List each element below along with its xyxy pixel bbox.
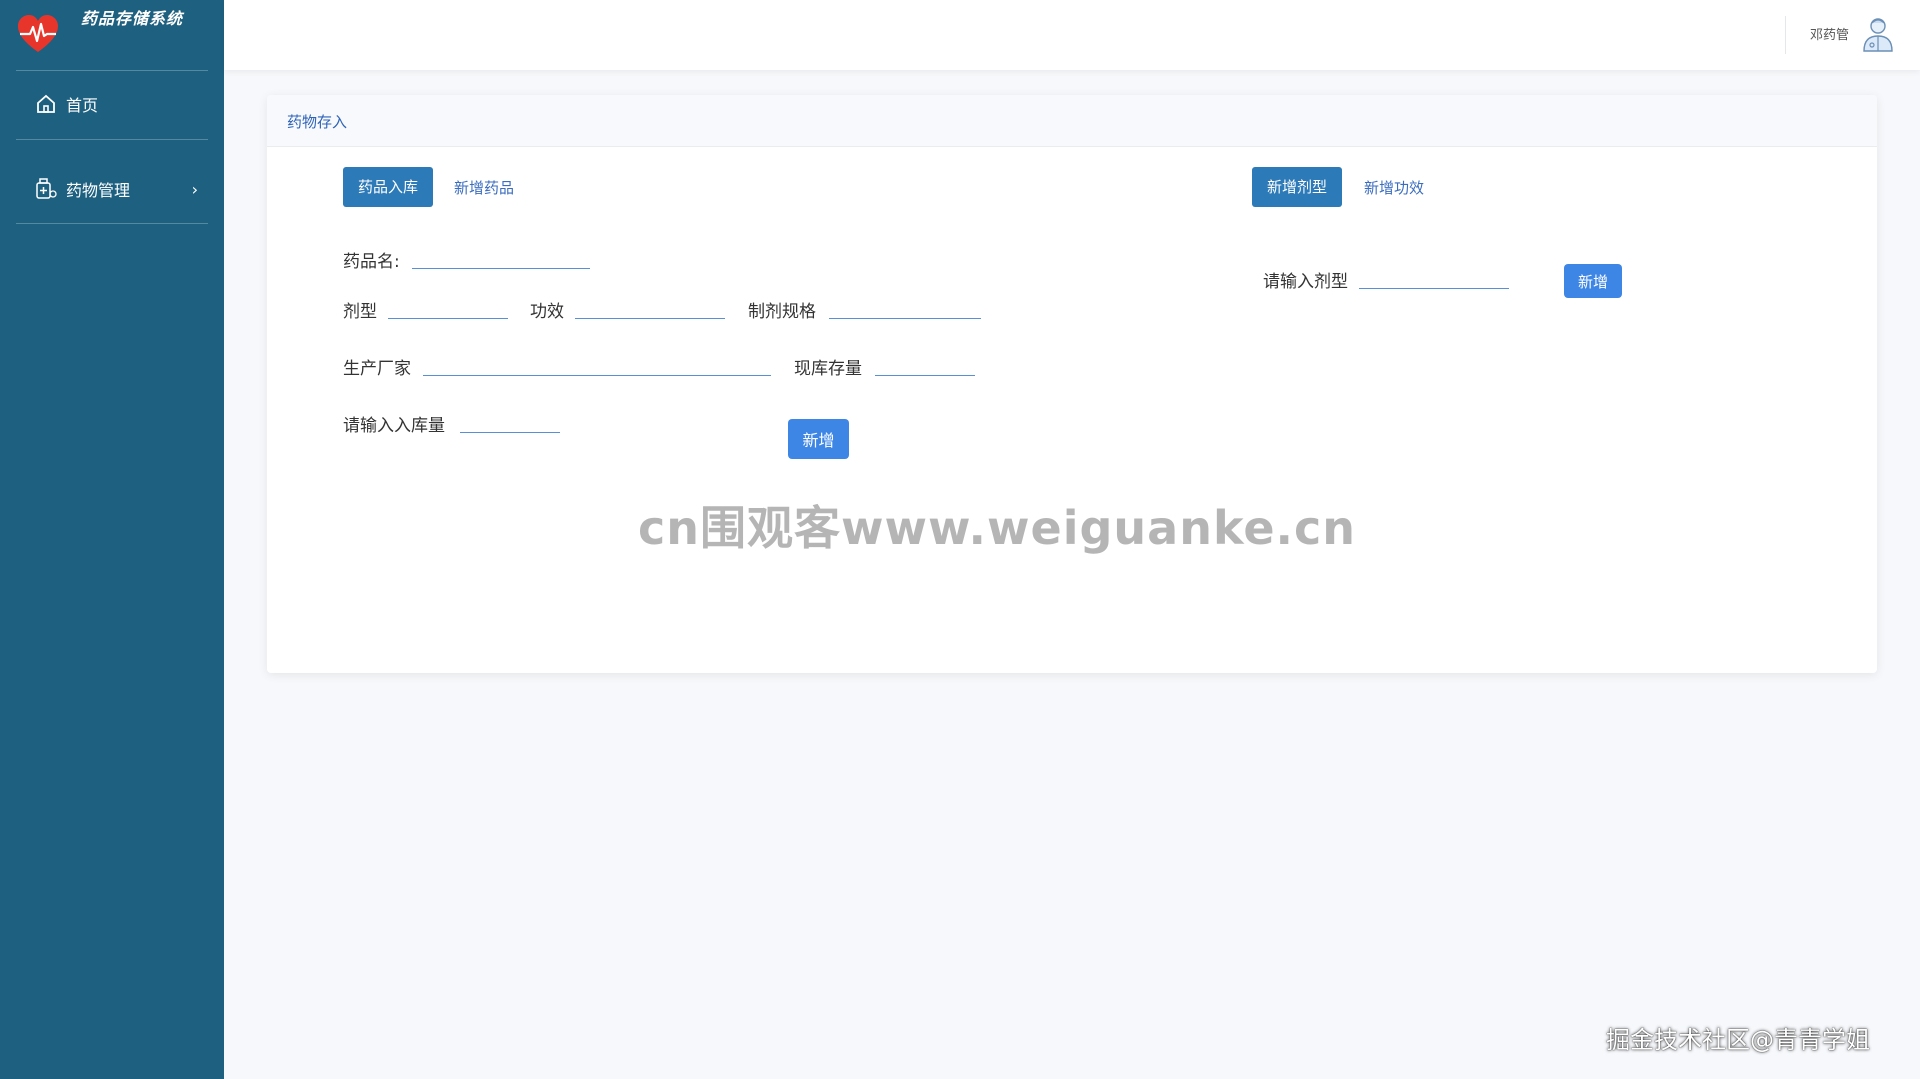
inbound-qty-input[interactable] <box>460 405 560 433</box>
dosage-form-input[interactable] <box>388 291 508 319</box>
sidebar-item-home[interactable]: 首页 <box>16 84 208 124</box>
drug-name-input[interactable] <box>412 241 590 269</box>
home-icon <box>32 90 60 118</box>
nav-divider <box>16 139 208 140</box>
header-divider <box>1785 16 1786 54</box>
sidebar-item-label: 首页 <box>66 96 99 115</box>
doctor-avatar-icon[interactable] <box>1862 16 1894 52</box>
dosage-form-add-input[interactable] <box>1359 261 1509 289</box>
add-dosage-form-button[interactable]: 新增 <box>1564 264 1622 298</box>
nav-divider <box>16 70 208 71</box>
nav-divider <box>16 223 208 224</box>
heart-pulse-logo-icon <box>18 15 58 52</box>
manufacturer-label: 生产厂家 <box>343 359 411 379</box>
top-header: 邓药管 <box>224 0 1920 70</box>
dosage-form-label: 剂型 <box>343 302 377 322</box>
inbound-qty-label: 请输入入库量 <box>343 416 445 436</box>
sidebar: 药品存储系统 首页 药物管理 › <box>0 0 224 1079</box>
current-stock-input[interactable] <box>875 348 975 376</box>
tab-add-drug[interactable]: 新增药品 <box>454 177 514 198</box>
efficacy-input[interactable] <box>575 291 725 319</box>
tab-drug-inbound[interactable]: 药品入库 <box>343 167 434 207</box>
drug-name-label: 药品名: <box>343 252 400 272</box>
card-header: 药物存入 <box>267 95 1877 147</box>
sidebar-item-medicine-management[interactable]: 药物管理 › <box>16 169 208 209</box>
spec-label: 制剂规格 <box>748 302 816 322</box>
tab-add-dosage-form[interactable]: 新增剂型 <box>1252 167 1343 207</box>
user-name: 邓药管 <box>1810 28 1850 43</box>
app-title: 药品存储系统 <box>80 9 183 28</box>
dosage-form-add-label: 请输入剂型 <box>1263 272 1348 292</box>
current-stock-label: 现库存量 <box>794 359 862 379</box>
efficacy-label: 功效 <box>530 302 564 322</box>
sidebar-item-label: 药物管理 <box>66 181 131 200</box>
drug-storage-card: 药物存入 药品入库 新增药品 新增剂型 新增功效 药品名: 剂型 功效 制剂规格… <box>267 95 1877 673</box>
chevron-right-icon: › <box>191 179 198 199</box>
watermark-text: cn围观客www.weiguanke.cn <box>638 501 1357 555</box>
spec-input[interactable] <box>829 291 981 319</box>
card-title: 药物存入 <box>287 113 348 131</box>
medicine-kit-icon <box>32 175 60 203</box>
tab-add-efficacy[interactable]: 新增功效 <box>1364 177 1424 198</box>
brand: 药品存储系统 <box>0 0 224 70</box>
manufacturer-input[interactable] <box>423 348 771 376</box>
corner-watermark: 掘金技术社区@青青学姐 <box>1606 1026 1870 1054</box>
add-drug-submit-button[interactable]: 新增 <box>788 419 849 459</box>
